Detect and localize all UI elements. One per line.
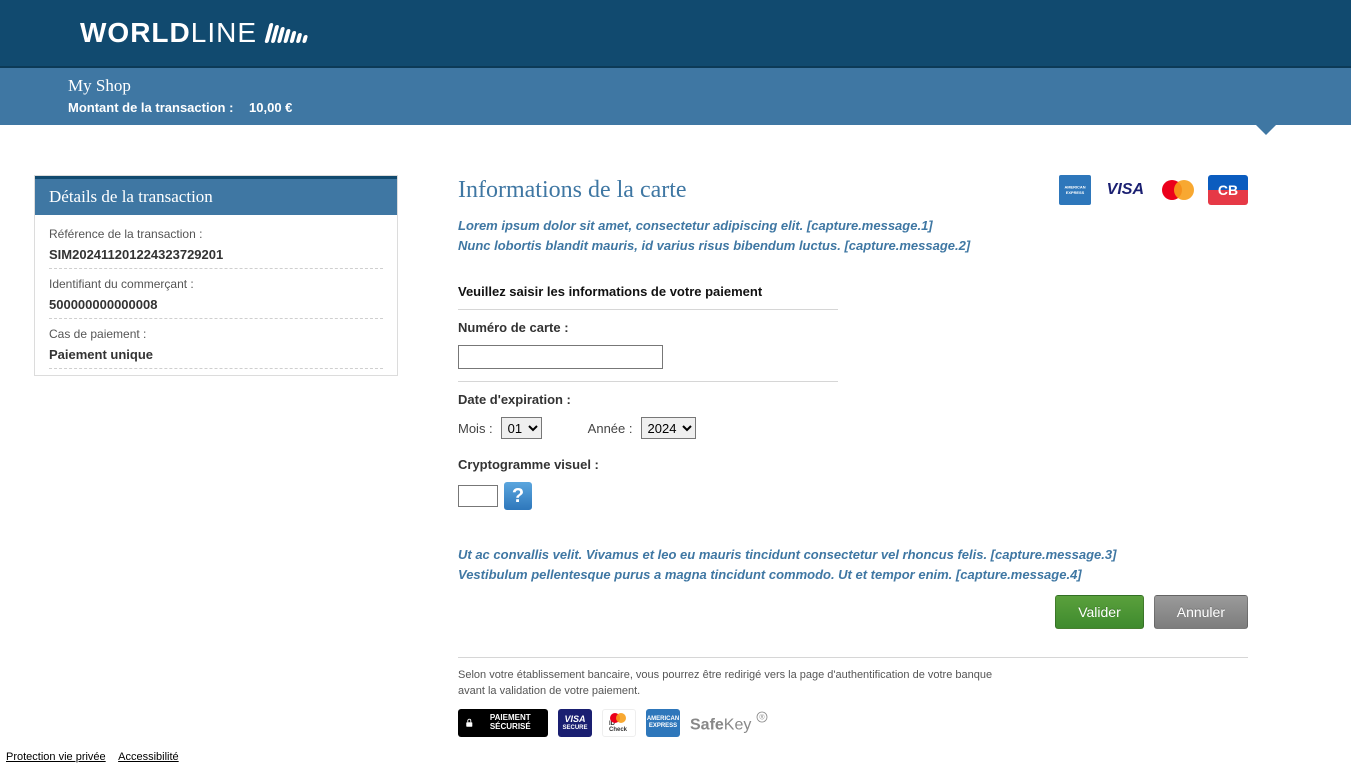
year-label: Année : [588, 421, 633, 436]
cb-icon: CB [1208, 175, 1248, 205]
transaction-amount-value: 10,00 € [249, 100, 292, 115]
month-label: Mois : [458, 421, 493, 436]
visa-secure-icon: VISA SECURE [558, 709, 592, 737]
header-top: WORLDLINE [0, 0, 1351, 68]
capture-message-1: Lorem ipsum dolor sit amet, consectetur … [458, 217, 1248, 235]
year-select[interactable]: 2024 [641, 417, 696, 439]
action-buttons: Valider Annuler [458, 595, 1248, 629]
payment-case-row: Cas de paiement : Paiement unique [49, 319, 383, 369]
mastercard-idcheck-icon: ID Check [602, 709, 636, 737]
transaction-amount-label: Montant de la transaction : [68, 100, 233, 115]
transaction-details-title: Détails de la transaction [35, 176, 397, 215]
brand-logo: WORLDLINE [80, 17, 307, 49]
merchant-id-row: Identifiant du commerçant : 500000000000… [49, 269, 383, 319]
visa-icon: VISA [1103, 175, 1148, 205]
transaction-details-box: Détails de la transaction Référence de l… [34, 175, 398, 376]
form-divider [458, 309, 838, 310]
month-select[interactable]: 01 [501, 417, 542, 439]
cvv-help-icon[interactable]: ? [504, 482, 532, 510]
header-arrow-icon [1256, 125, 1276, 135]
capture-messages-bottom: Ut ac convallis velit. Vivamus et leo eu… [458, 546, 1248, 583]
payment-instruction: Veuillez saisir les informations de votr… [458, 284, 1248, 299]
card-number-label: Numéro de carte : [458, 320, 1248, 335]
amex-icon: AMERICANEXPRESS [1059, 175, 1091, 205]
redirect-note: Selon votre établissement bancaire, vous… [458, 668, 1018, 699]
svg-text:®: ® [759, 714, 765, 722]
merchant-id-value: 500000000000008 [49, 297, 383, 312]
card-number-input[interactable] [458, 345, 663, 369]
accepted-card-logos: AMERICANEXPRESS VISA CB [1059, 175, 1248, 205]
capture-messages-top: Lorem ipsum dolor sit amet, consectetur … [458, 217, 1248, 254]
cancel-button[interactable]: Annuler [1154, 595, 1248, 629]
accessibility-link[interactable]: Accessibilité [118, 751, 179, 763]
main-content: Informations de la carte AMERICANEXPRESS… [458, 175, 1248, 737]
cvv-input[interactable] [458, 485, 498, 507]
validate-button[interactable]: Valider [1055, 595, 1144, 629]
svg-text:AMERICAN: AMERICAN [1064, 184, 1085, 189]
content-container: Détails de la transaction Référence de l… [34, 125, 1317, 777]
capture-message-2: Nunc lobortis blandit mauris, id varius … [458, 237, 1248, 255]
safekey-icon: SafeKey ® [690, 711, 768, 734]
mastercard-icon [1160, 175, 1196, 205]
transaction-reference-label: Référence de la transaction : [49, 227, 383, 241]
capture-message-3: Ut ac convallis velit. Vivamus et leo eu… [458, 546, 1248, 564]
security-logos: PAIEMENT SÉCURISÉ VISA SECURE ID Check A… [458, 709, 1248, 737]
transaction-reference-value: SIM202411201224323729201 [49, 247, 383, 262]
footer-links: Protection vie privée Accessibilité [6, 751, 189, 763]
merchant-id-label: Identifiant du commerçant : [49, 277, 383, 291]
header-sub: My Shop Montant de la transaction : 10,0… [0, 68, 1351, 125]
brand-wave-icon [267, 23, 307, 43]
expiration-date-label: Date d'expiration : [458, 392, 1248, 407]
main-divider [458, 657, 1248, 658]
sidebar: Détails de la transaction Référence de l… [34, 175, 398, 376]
privacy-link[interactable]: Protection vie privée [6, 751, 106, 763]
paiement-securise-icon: PAIEMENT SÉCURISÉ [458, 709, 548, 737]
cvv-label: Cryptogramme visuel : [458, 457, 1248, 472]
card-info-title: Informations de la carte [458, 177, 687, 204]
brand-logo-text: WORLDLINE [80, 17, 257, 49]
capture-message-4: Vestibulum pellentesque purus a magna ti… [458, 566, 1248, 584]
svg-text:EXPRESS: EXPRESS [1065, 190, 1084, 195]
form-divider [458, 381, 838, 382]
transaction-amount-line: Montant de la transaction : 10,00 € [68, 100, 1351, 115]
shop-name: My Shop [68, 76, 1351, 96]
payment-case-label: Cas de paiement : [49, 327, 383, 341]
payment-case-value: Paiement unique [49, 347, 383, 362]
amex-safekey-brand-icon: AMERICANEXPRESS [646, 709, 680, 737]
transaction-reference-row: Référence de la transaction : SIM2024112… [49, 219, 383, 269]
